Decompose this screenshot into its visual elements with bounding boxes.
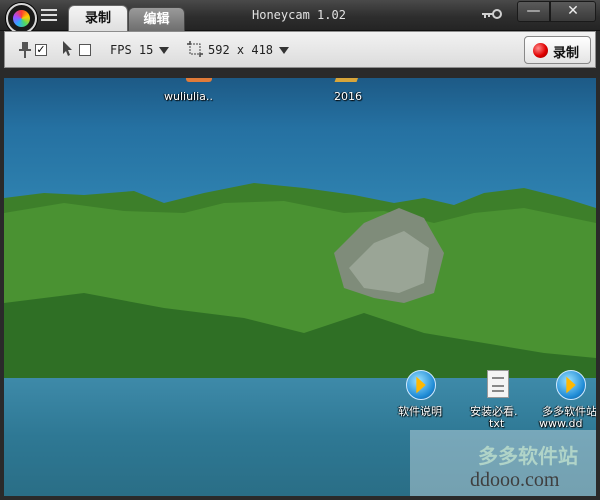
record-button-label: 录制: [553, 46, 580, 61]
title-bar: 录制 编辑 Honeycam 1.02 — ✕: [0, 0, 600, 34]
chevron-down-icon: [279, 47, 290, 54]
minimize-button[interactable]: —: [517, 1, 550, 22]
watermark-top-text: 多多软件站: [478, 444, 578, 468]
cursor-checkbox[interactable]: [79, 44, 91, 56]
size-label: 592 x 418: [208, 43, 274, 57]
fps-dropdown[interactable]: FPS 15: [110, 42, 170, 58]
size-dropdown[interactable]: 592 x 418: [208, 42, 290, 58]
desktop-icon-label[interactable]: wuliulia..: [164, 90, 213, 103]
tab-edit[interactable]: 编辑: [128, 7, 185, 31]
resize-icon: [187, 41, 203, 57]
apk-file-icon: [186, 78, 212, 82]
menu-icon[interactable]: [41, 9, 57, 23]
tab-record[interactable]: 录制: [68, 5, 128, 32]
app-shortcut-icon: [556, 370, 586, 400]
record-toolbar: ✓ FPS 15 592 x 418 录制: [4, 31, 596, 68]
cursor-icon: [63, 41, 72, 56]
desktop-icon-label[interactable]: 2016: [334, 90, 362, 103]
chevron-down-icon: [159, 47, 170, 54]
close-button[interactable]: ✕: [550, 1, 596, 22]
desktop-icon-label[interactable]: 软件说明: [398, 403, 442, 419]
record-button[interactable]: 录制: [524, 36, 591, 64]
desktop-icon-sublabel: www.dd: [539, 417, 583, 430]
watermark-text: ddooo.com: [470, 469, 560, 491]
folder-icon: [334, 78, 360, 82]
key-icon[interactable]: [480, 8, 502, 20]
pin-icon: [19, 42, 31, 58]
record-dot-icon: [533, 43, 548, 58]
fps-label: FPS 15: [110, 43, 154, 57]
desktop-icon-sublabel: txt: [489, 417, 505, 430]
honeycam-logo-icon[interactable]: [6, 3, 37, 34]
pin-checkbox[interactable]: ✓: [35, 44, 47, 56]
app-shortcut-icon: [406, 370, 436, 400]
text-file-icon: [487, 370, 509, 398]
window-title: Honeycam 1.02: [252, 8, 346, 22]
